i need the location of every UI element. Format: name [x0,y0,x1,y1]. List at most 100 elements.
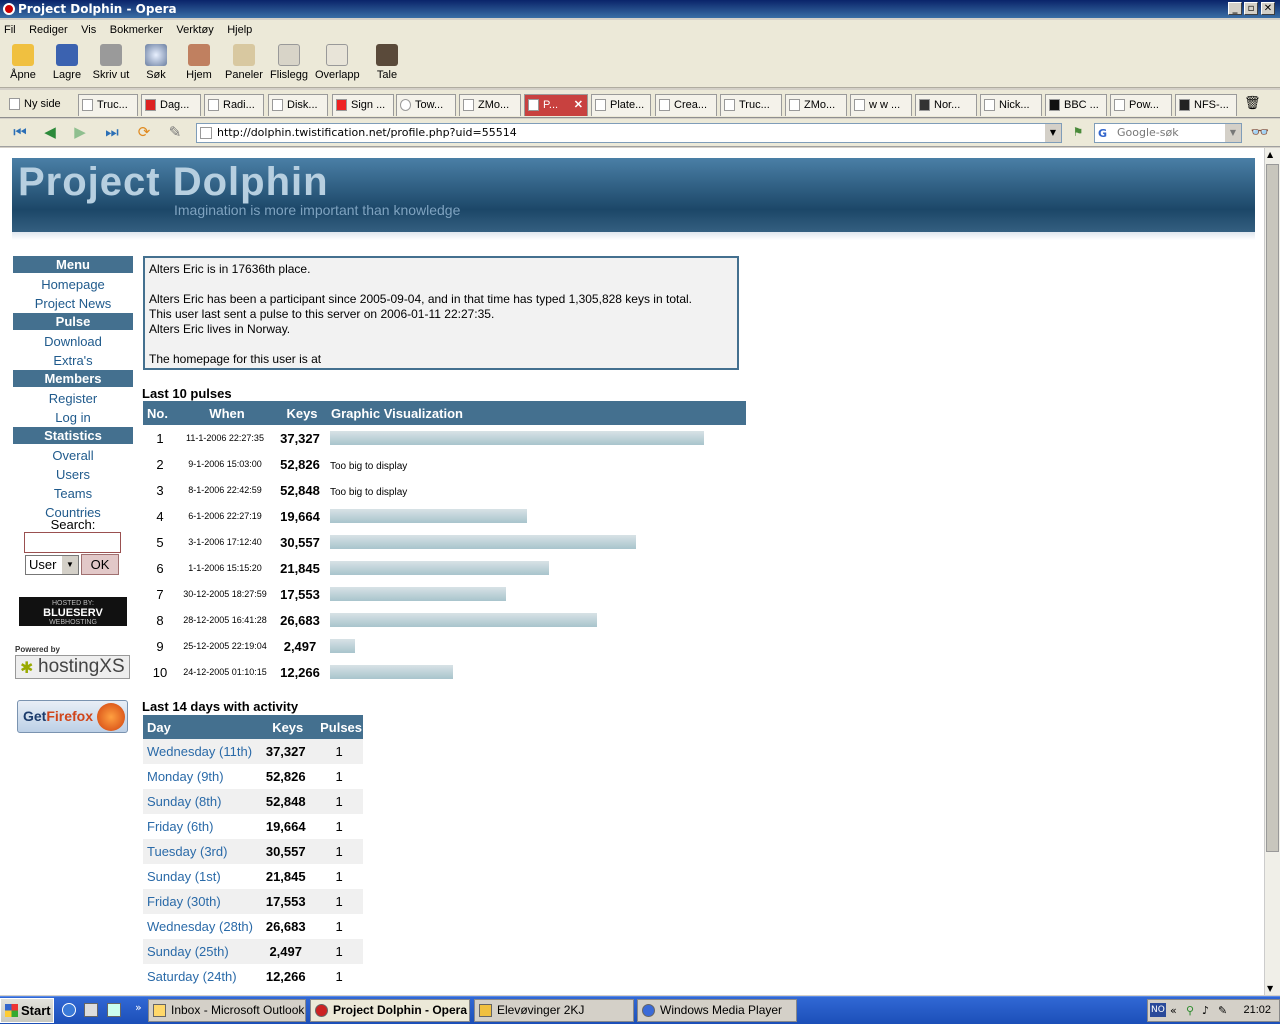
reload-icon[interactable]: ⟳ [134,123,154,141]
maximize-button[interactable]: ▫ [1244,2,1258,15]
tab[interactable]: Plate... [591,94,651,116]
blueserv-logo[interactable]: HOSTED BY: BLUESERV WEBHOSTING [19,597,127,626]
hostingxs-logo[interactable]: Powered by ✱ hostingXS [15,645,130,681]
tab[interactable]: Dag... [141,94,201,116]
address-input[interactable]: http://dolphin.twistification.net/profil… [196,123,1062,143]
toolbar-open-button[interactable]: Åpne [1,42,45,81]
pulse-when: 9-1-2006 15:03:00 [188,459,262,469]
toolbar-panels-button[interactable]: Paneler [222,42,266,81]
forward-icon[interactable]: ▶ [70,123,90,141]
toolbar-tile-button[interactable]: Flislegg [267,42,311,81]
start-button[interactable]: Start [0,998,54,1023]
toolbar-search-button[interactable]: Søk [134,42,178,81]
tab[interactable]: Tow... [396,94,456,116]
vertical-scrollbar[interactable]: ▲ ▼ [1264,148,1280,995]
toolbar-voice-button[interactable]: Tale [365,42,409,81]
scroll-up-icon[interactable]: ▲ [1267,150,1273,159]
language-indicator[interactable]: NO [1150,1003,1166,1017]
toolbar-save-button[interactable]: Lagre [45,42,89,81]
toolbar-label: Overlapp [315,69,360,81]
chevron-down-icon[interactable]: ▼ [62,556,78,574]
tray-app-icon[interactable]: ✎ [1218,1000,1227,1021]
close-tab-icon[interactable]: ✕ [574,95,583,115]
bookmark-icon[interactable]: ⚑ [1068,123,1088,141]
day-link[interactable]: Saturday (24th) [143,964,256,989]
menu-verktoy[interactable]: Verktøy [176,24,213,36]
sidebar-item-project-news[interactable]: Project News [13,294,133,313]
sidebar-item-overall[interactable]: Overall [13,446,133,465]
ie-icon[interactable] [62,1003,76,1017]
edit-icon[interactable]: ✎ [165,123,185,141]
toolbar-cascade-button[interactable]: Overlapp [315,42,360,81]
sidebar-item-download[interactable]: Download [13,332,133,351]
zoom-icon[interactable]: 👓 [1250,123,1270,141]
cascade-icon [326,44,348,66]
sidebar-item-homepage[interactable]: Homepage [13,275,133,294]
chevron-icon[interactable]: » [135,1001,142,1014]
sidebar-search-input[interactable] [24,532,121,553]
day-link[interactable]: Friday (6th) [143,814,256,839]
day-link[interactable]: Wednesday (28th) [143,914,256,939]
task-outlook[interactable]: Inbox - Microsoft Outlook [148,999,306,1022]
chevron-left-icon[interactable]: « [1170,1000,1177,1021]
tab[interactable]: w w ... [850,94,912,116]
sidebar-item-log-in[interactable]: Log in [13,408,133,427]
minimize-button[interactable]: _ [1228,2,1242,15]
day-link[interactable]: Wednesday (11th) [143,739,257,764]
toolbar-print-button[interactable]: Skriv ut [89,42,133,81]
search-input[interactable]: G Google-søk ▼ [1094,123,1242,143]
day-link[interactable]: Sunday (1st) [143,864,256,889]
scroll-down-icon[interactable]: ▼ [1267,984,1273,993]
task-media-player[interactable]: Windows Media Player [637,999,797,1022]
task-opera[interactable]: Project Dolphin - Opera [310,999,470,1022]
scroll-thumb[interactable] [1266,164,1279,852]
network-icon[interactable]: ⚲ [1186,1000,1194,1021]
tab[interactable]: Crea... [655,94,717,116]
tab[interactable]: Nor... [915,94,977,116]
menu-fil[interactable]: Fil [4,24,16,36]
sidebar-item-teams[interactable]: Teams [13,484,133,503]
back-icon[interactable]: ◀ [40,123,60,141]
close-button[interactable]: ✕ [1261,2,1275,15]
tab[interactable]: Truc... [78,94,138,116]
day-link[interactable]: Friday (30th) [143,889,257,914]
tab[interactable]: ZMo... [459,94,521,116]
menu-rediger[interactable]: Rediger [29,24,68,36]
tab[interactable]: Truc... [720,94,782,116]
day-link[interactable]: Sunday (8th) [143,789,257,814]
tab[interactable]: Disk... [268,94,328,116]
day-link[interactable]: Monday (9th) [143,764,256,789]
address-dropdown-icon[interactable]: ▼ [1045,124,1061,142]
menu-bokmerker[interactable]: Bokmerker [110,24,163,36]
search-dropdown-icon[interactable]: ▼ [1225,124,1241,142]
tab[interactable]: Sign ... [332,94,394,116]
sidebar-item-extras[interactable]: Extra's [13,351,133,370]
toolbar-home-button[interactable]: Hjem [177,42,221,81]
sidebar-item-users[interactable]: Users [13,465,133,484]
search-type-select[interactable]: User ▼ [25,555,79,575]
tab[interactable]: Pow... [1110,94,1172,116]
get-firefox-button[interactable]: GetFirefox [17,700,128,733]
task-folder[interactable]: Elevøvinger 2KJ [474,999,634,1022]
tab[interactable]: ZMo... [785,94,847,116]
quicklaunch-icon[interactable] [107,1003,121,1017]
tab[interactable]: BBC ... [1045,94,1107,116]
tab[interactable]: Radi... [204,94,264,116]
menu-vis[interactable]: Vis [81,24,96,36]
trash-icon[interactable]: 🗑 [1244,96,1261,111]
tab-active[interactable]: P... ✕ [524,94,588,116]
tab[interactable]: NFS-... [1175,94,1237,116]
search-ok-button[interactable]: OK [81,554,119,575]
day-link[interactable]: Sunday (25th) [143,939,257,964]
rewind-icon[interactable]: ⏮ [10,123,30,141]
sidebar-item-register[interactable]: Register [13,389,133,408]
tab-new-page[interactable]: Ny side [6,94,76,116]
day-link[interactable]: Tuesday (3rd) [143,839,257,864]
tab[interactable]: Nick... [980,94,1042,116]
quicklaunch-icon[interactable] [84,1003,98,1017]
pulse-keys: 21,845 [280,560,320,576]
menu-hjelp[interactable]: Hjelp [227,24,252,36]
fast-forward-icon[interactable]: ⏭ [102,123,122,141]
volume-icon[interactable]: ♪ [1202,1000,1209,1021]
